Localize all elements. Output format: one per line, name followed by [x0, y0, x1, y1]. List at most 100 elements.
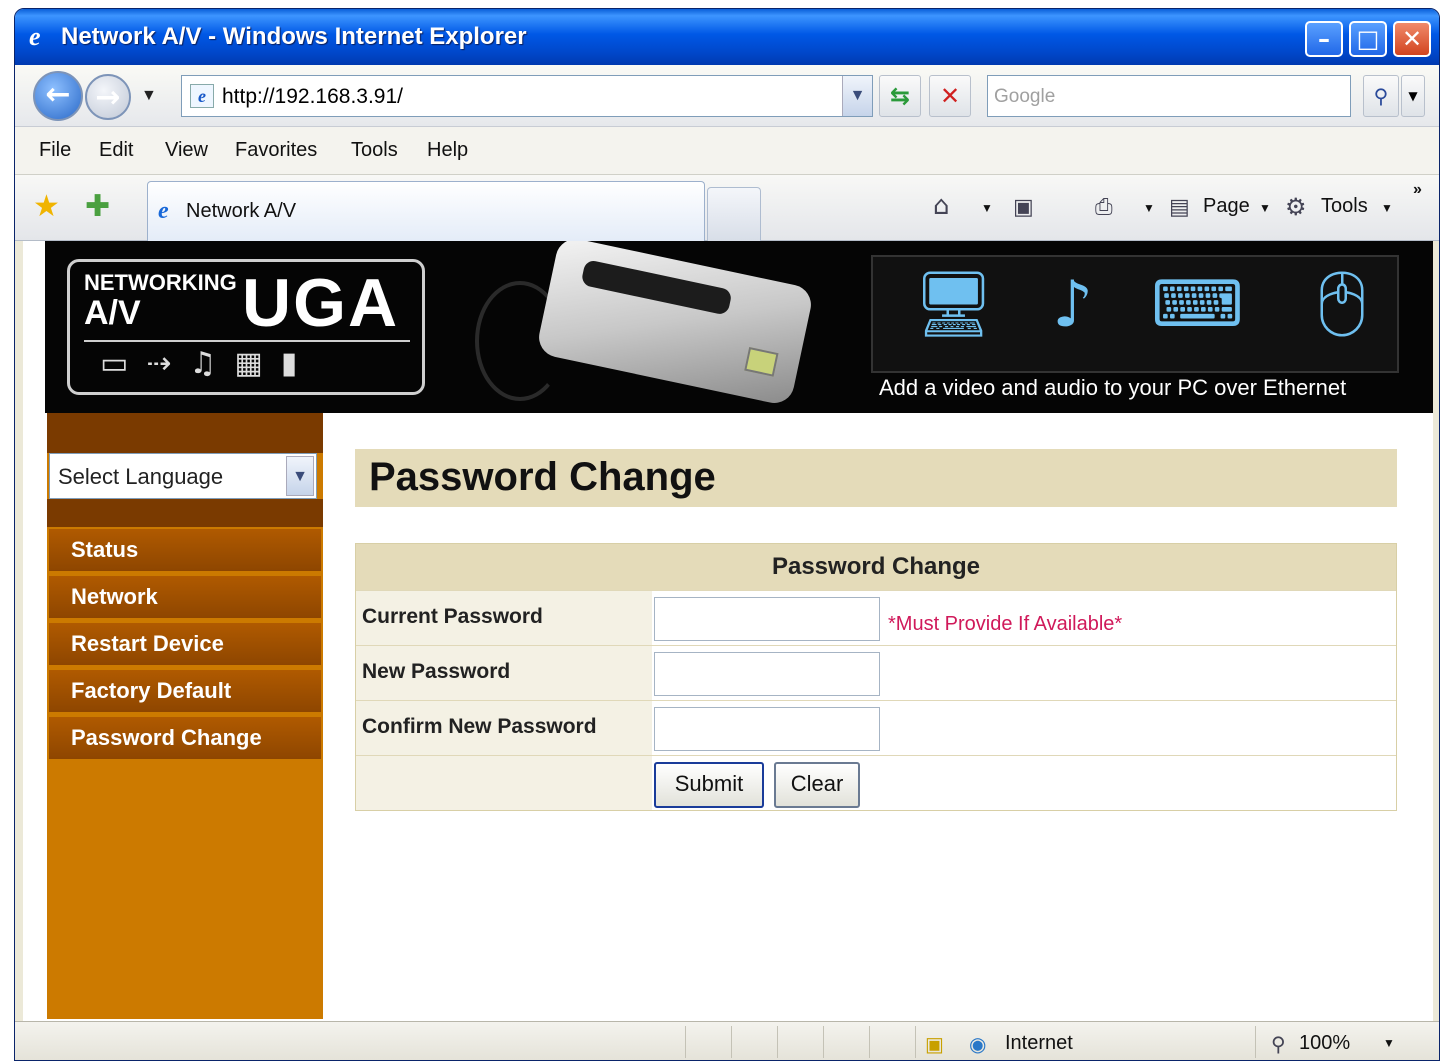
menu-bar: File Edit View Favorites Tools Help: [15, 127, 1439, 175]
new-password-row: New Password: [356, 645, 1396, 700]
menu-view[interactable]: View: [165, 139, 208, 162]
globe-icon: ◉: [969, 1034, 987, 1056]
buttons-row-spacer: [356, 756, 652, 810]
print-icon[interactable]: ⎙: [1095, 195, 1113, 220]
menu-tools[interactable]: Tools: [351, 139, 398, 162]
confirm-password-input[interactable]: [654, 707, 880, 751]
sidebar-item-factory-default[interactable]: Factory Default: [49, 670, 321, 714]
uga-logo: NETWORKING A/V UGA ▭⇢♫▦▮: [67, 259, 425, 395]
tools-menu[interactable]: Tools: [1321, 195, 1368, 218]
tab-title: Network A/V: [186, 200, 297, 222]
search-options-dropdown[interactable]: ▼: [1401, 75, 1425, 117]
page-viewport: NETWORKING A/V UGA ▭⇢♫▦▮ 🖥♪⌨🖱 Add a vide…: [23, 241, 1433, 1021]
protected-mode-icon: ▣: [925, 1034, 944, 1056]
address-bar[interactable]: e http://192.168.3.91/ ▼: [181, 75, 873, 117]
current-password-input[interactable]: [654, 597, 880, 641]
tools-gear-icon: ⚙: [1285, 193, 1307, 221]
new-tab-button[interactable]: [707, 187, 761, 241]
home-dropdown[interactable]: ▼: [981, 201, 993, 215]
status-separator: [915, 1026, 916, 1058]
status-bar: ▣ ◉ Internet ⚲ 100% ▼: [15, 1021, 1439, 1060]
logo-brand: UGA: [242, 265, 400, 341]
sidebar-item-network[interactable]: Network: [49, 576, 321, 620]
security-zone: Internet: [1005, 1032, 1073, 1054]
address-dropdown[interactable]: ▼: [842, 76, 872, 116]
confirm-password-label: Confirm New Password: [356, 701, 652, 755]
chevron-more-icon[interactable]: »: [1413, 181, 1422, 199]
sidebar-item-password-change[interactable]: Password Change: [49, 717, 321, 761]
tools-menu-dropdown[interactable]: ▼: [1381, 201, 1393, 215]
sidebar: Select Language ▼ Status Network Restart…: [47, 413, 323, 1019]
search-icon[interactable]: ⚲: [1363, 75, 1399, 117]
password-change-form: Password Change Current Password *Must P…: [355, 543, 1397, 811]
port-icons: ▭⇢♫▦▮: [100, 346, 316, 381]
status-separator: [777, 1026, 778, 1058]
logo-line1: NETWORKING: [84, 270, 237, 295]
peripherals-icons: 🖥♪⌨🖱: [913, 268, 1433, 342]
banner-tagline: Add a video and audio to your PC over Et…: [879, 375, 1347, 400]
page-menu[interactable]: Page: [1203, 195, 1250, 218]
refresh-button[interactable]: ⇆: [879, 75, 921, 117]
print-dropdown[interactable]: ▼: [1143, 201, 1155, 215]
forward-button[interactable]: →: [85, 74, 131, 120]
minimize-button[interactable]: –: [1305, 21, 1343, 57]
title-bar: e Network A/V - Windows Internet Explore…: [15, 9, 1439, 65]
page-menu-icon: ▤: [1169, 195, 1190, 220]
form-buttons-row: Submit Clear: [356, 755, 1396, 810]
promo-peripherals-image: 🖥♪⌨🖱: [871, 255, 1399, 373]
page-icon: e: [190, 84, 214, 108]
chevron-down-icon[interactable]: ▼: [286, 456, 314, 496]
tab-ie-icon: e: [158, 198, 169, 224]
new-password-label: New Password: [356, 646, 652, 700]
confirm-password-row: Confirm New Password: [356, 700, 1396, 755]
submit-button[interactable]: Submit: [654, 762, 764, 808]
status-separator: [823, 1026, 824, 1058]
page-title: Password Change: [369, 455, 716, 499]
stop-button[interactable]: ✕: [929, 75, 971, 117]
menu-file[interactable]: File: [39, 139, 71, 162]
sidebar-band-top: [47, 413, 323, 453]
zoom-level[interactable]: 100%: [1299, 1032, 1350, 1055]
zoom-dropdown[interactable]: ▼: [1383, 1036, 1395, 1050]
window-title: Network A/V - Windows Internet Explorer: [61, 23, 527, 50]
status-separator: [731, 1026, 732, 1058]
sidebar-band-bottom: [47, 499, 323, 527]
home-icon[interactable]: ⌂: [933, 191, 950, 221]
current-password-label: Current Password: [356, 591, 652, 645]
status-separator: [1255, 1026, 1256, 1058]
close-button[interactable]: ✕: [1393, 21, 1431, 57]
logo-divider: [84, 340, 410, 342]
url-text: http://192.168.3.91/: [222, 85, 403, 108]
header-banner: NETWORKING A/V UGA ▭⇢♫▦▮ 🖥♪⌨🖱 Add a vide…: [45, 241, 1433, 413]
recent-pages-dropdown[interactable]: ▼: [141, 87, 157, 105]
search-placeholder: Google: [994, 86, 1056, 107]
tab-network-av[interactable]: e Network A/V: [147, 181, 705, 241]
zoom-icon: ⚲: [1271, 1034, 1286, 1056]
logo-line2: A/V: [84, 294, 141, 332]
add-favorite-icon[interactable]: ✚: [85, 189, 110, 224]
browser-window: e Network A/V - Windows Internet Explore…: [14, 8, 1440, 1061]
status-separator: [685, 1026, 686, 1058]
menu-edit[interactable]: Edit: [99, 139, 133, 162]
back-button[interactable]: ←: [33, 71, 83, 121]
page-menu-dropdown[interactable]: ▼: [1259, 201, 1271, 215]
device-image: [535, 241, 815, 407]
sidebar-item-status[interactable]: Status: [49, 529, 321, 573]
menu-favorites[interactable]: Favorites: [235, 139, 317, 162]
search-box[interactable]: Google: [987, 75, 1351, 117]
form-header: Password Change: [356, 544, 1396, 590]
address-row: ← → ▼ e http://192.168.3.91/ ▼ ⇆ ✕ Googl…: [15, 65, 1439, 127]
menu-help[interactable]: Help: [427, 139, 468, 162]
language-select[interactable]: Select Language ▼: [49, 453, 317, 499]
clear-button[interactable]: Clear: [774, 762, 860, 808]
favorites-star-icon[interactable]: ★: [33, 189, 60, 224]
language-select-value: Select Language: [58, 464, 224, 489]
page-title-band: Password Change: [355, 449, 1397, 507]
current-password-note: *Must Provide If Available*: [888, 613, 1123, 635]
new-password-input[interactable]: [654, 652, 880, 696]
tab-bar: ★ ✚ e Network A/V ⌂ ▼ ▣ ⎙ ▼ ▤ Page ▼ ⚙ T…: [15, 175, 1439, 241]
status-separator: [869, 1026, 870, 1058]
sidebar-item-restart-device[interactable]: Restart Device: [49, 623, 321, 667]
maximize-button[interactable]: □: [1349, 21, 1387, 57]
feeds-icon[interactable]: ▣: [1013, 195, 1034, 220]
